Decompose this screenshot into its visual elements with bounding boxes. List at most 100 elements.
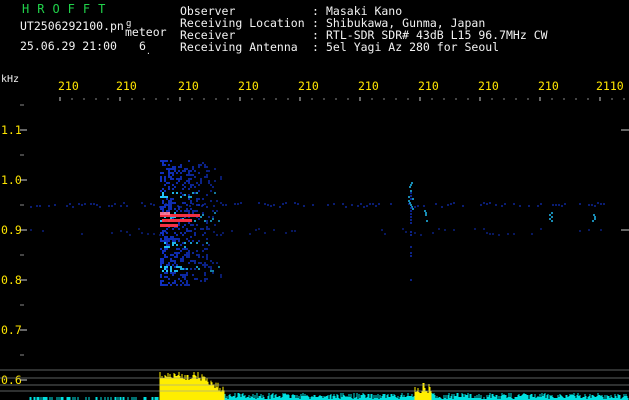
echo-pixel [170,198,172,200]
echo-pixel [172,228,174,230]
echo-pixel [188,172,190,174]
echo-pixel [208,182,210,184]
echo-pixel [162,200,164,202]
echo-pixel [182,282,184,284]
echo-pixel [200,178,202,180]
echo-pixel [180,232,182,234]
echo-pixel [164,206,166,208]
echo-pixel [168,176,170,178]
echo-pixel [162,270,164,272]
echo-pixel [192,260,194,262]
noise-pixel [39,205,41,207]
echo-pixel [198,164,200,166]
echo-pixel [174,242,176,244]
echo-pixel [410,231,412,233]
noise-pixel [357,205,359,207]
noise-pixel [126,205,128,207]
noise-pixel [180,206,182,208]
noise-pixel [222,204,224,206]
echo-pixel [196,182,198,184]
echo-pixel [164,284,166,286]
echo-pixel [180,210,182,212]
echo-pixel [162,172,164,174]
echo-pixel [188,222,190,224]
echo-pixel [172,184,174,186]
echo-pixel [178,238,180,240]
noise-pixel [450,203,452,205]
echo-pixel [186,282,188,284]
noise-pixel [270,205,272,207]
echo-pixel [168,244,170,246]
echo-pixel [206,256,208,258]
echo-pixel [182,248,184,250]
echo-pixel [178,278,180,280]
echo-pixel [188,250,190,252]
echo-pixel [410,255,412,257]
echo-pixel [176,238,178,240]
reference-lines [0,369,629,392]
echo-pixel [160,282,162,284]
echo-pixel [162,280,164,282]
echo-pixel [426,220,428,222]
echo-pixel [162,210,164,212]
echo-pixel [184,278,186,280]
echo-pixel [178,266,180,268]
noise-pixel [432,232,434,234]
noise-pixel [474,228,476,230]
noise-pixel [141,202,143,204]
noise-pixel [255,229,257,231]
echo-pixel [170,236,172,238]
echo-pixel [184,202,186,204]
echo-pixel [551,216,553,218]
echo-pixel [204,274,206,276]
noise-pixel [129,234,131,236]
echo-pixel [186,204,188,206]
echo-pixel [162,260,164,262]
noise-pixel [264,232,266,234]
echo-pixel [170,254,172,256]
noise-pixel [282,203,284,205]
echo-pixel [162,202,164,204]
echo-pixel [164,184,166,186]
echo-pixel [170,266,172,268]
noise-pixel [588,204,590,206]
echo-pixel [160,280,162,282]
echo-pixel [170,258,172,260]
echo-pixel [551,220,553,222]
echo-pixel [166,210,168,212]
echo-pixel [210,184,212,186]
echo-pixel [162,194,164,196]
echo-pixel [204,164,206,166]
echo-pixel [180,266,182,268]
echo-pixel [182,260,184,262]
noise-pixel [513,203,515,205]
echo-pixel [198,172,200,174]
echo-pixel [174,262,176,264]
echo-pixel [168,246,170,248]
echo-pixel [176,256,178,258]
echo-pixel [194,170,196,172]
noise-pixel [381,229,383,231]
echo-pixel [196,250,198,252]
echo-core [160,212,170,215]
echo-pixel [182,256,184,258]
echo-pixel [162,192,164,194]
echo-pixel [206,238,208,240]
noise-pixel [78,203,80,205]
noise-pixel [366,205,368,207]
noise-pixel [153,233,155,235]
echo-pixel [182,242,184,244]
echo-pixel [182,226,184,228]
noise-pixel [123,202,125,204]
echo-pixel [170,272,172,274]
echo-pixel [208,216,210,218]
echo-pixel [170,200,172,202]
echo-pixel [194,260,196,262]
echo-pixel [184,268,186,270]
noise-pixel [81,233,83,235]
spectrogram-plot [0,97,629,400]
echo-pixel [182,194,184,196]
echo-pixel [212,186,214,188]
echo-pixel [216,200,218,202]
echo-pixel [188,240,190,242]
